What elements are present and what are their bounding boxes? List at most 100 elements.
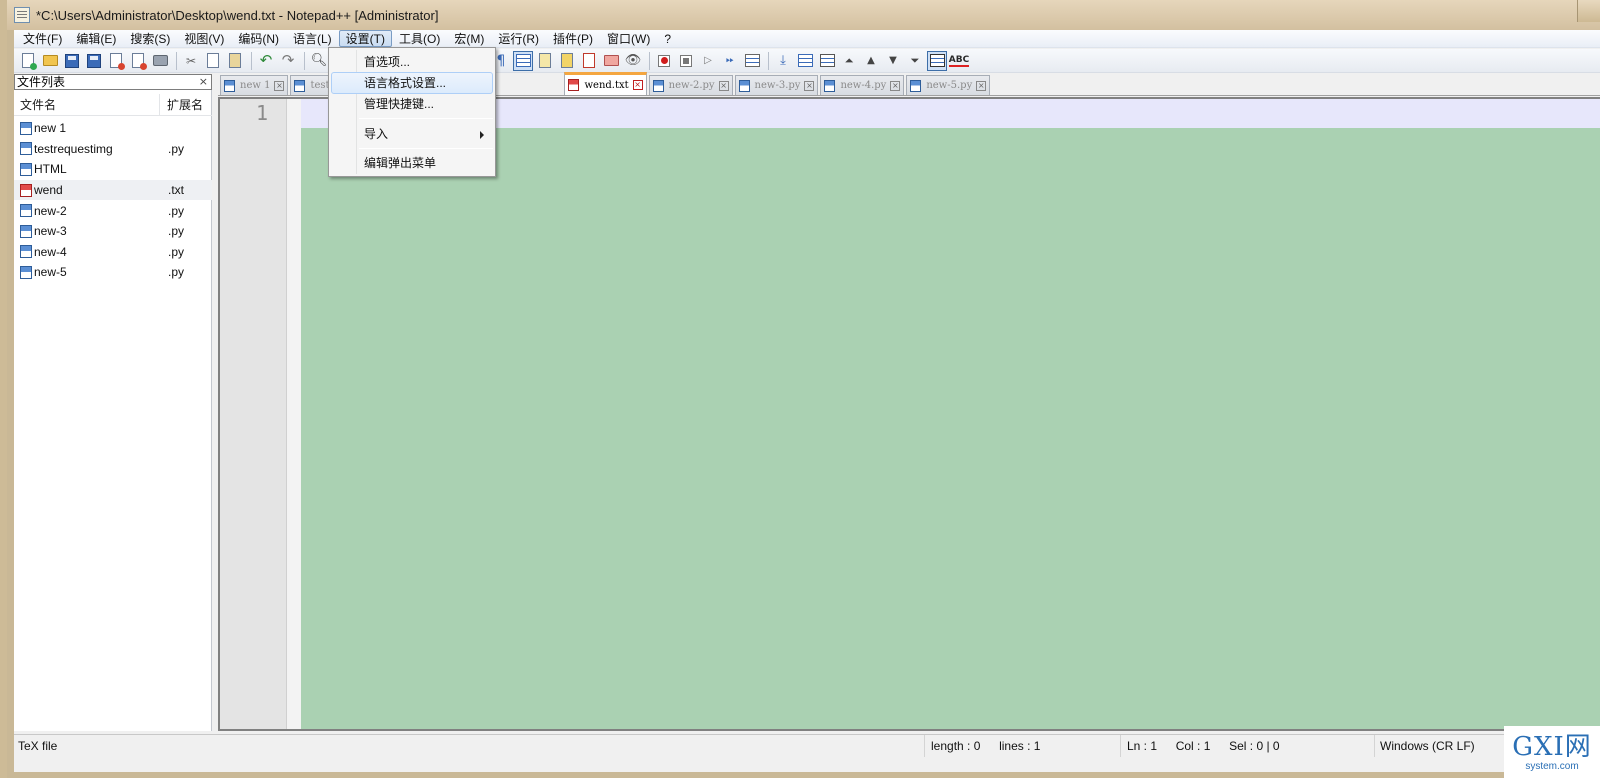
title-bar[interactable]: *C:\Users\Administrator\Desktop\wend.txt… [7, 0, 1600, 30]
fold-all-icon[interactable]: ⏶ [839, 51, 859, 71]
word-wrap-icon[interactable] [535, 51, 555, 71]
macro-stop-icon[interactable] [676, 51, 696, 71]
menu-item-preferences[interactable]: 首选项... [331, 51, 493, 73]
file-icon [20, 265, 32, 279]
save-icon[interactable] [62, 51, 82, 71]
menu-settings[interactable]: 设置(T) [338, 30, 392, 47]
tab-close-icon[interactable]: × [274, 80, 285, 91]
save-all-icon[interactable] [84, 51, 104, 71]
close-icon[interactable]: × [199, 75, 208, 89]
toolbar-separator [304, 51, 305, 70]
site-watermark-logo: GXI网 system.com [1504, 726, 1600, 778]
text-editor[interactable]: 1 [218, 97, 1600, 731]
menu-item-edit-popup-menu[interactable]: 编辑弹出菜单 [331, 152, 493, 174]
new-file-icon[interactable] [18, 51, 38, 71]
tab-close-icon[interactable]: × [890, 80, 901, 91]
undo-icon[interactable]: ↶ [256, 51, 276, 71]
sync-scroll-icon[interactable]: ⤓ [773, 51, 793, 71]
menu-view[interactable]: 视图(V) [177, 30, 231, 47]
fold-margin[interactable] [287, 99, 301, 729]
folder-workspace-icon[interactable] [601, 51, 621, 71]
file-icon [20, 162, 32, 176]
file-list-column-headers: 文件名 扩展名 [14, 93, 212, 116]
window-controls[interactable] [1577, 0, 1600, 22]
tab-new-4-py[interactable]: new-4.py × [820, 75, 905, 95]
status-bar: TeX file length : 0 lines : 1 Ln : 1 Col… [14, 734, 1600, 757]
menu-encoding[interactable]: 编码(N) [231, 30, 286, 47]
list-item[interactable]: new-3 .py [14, 221, 212, 242]
monitor-icon[interactable]: 👁︎ [623, 51, 643, 71]
modified-file-icon [568, 79, 580, 91]
status-length-lines: length : 0 lines : 1 [924, 735, 1040, 757]
tab-wend-txt[interactable]: wend.txt × [564, 72, 647, 95]
file-list: new 1 testrequestimg .py HTML wend .txt [14, 118, 212, 283]
macro-play-icon[interactable]: ▷ [698, 51, 718, 71]
tab-close-icon[interactable]: × [976, 80, 987, 91]
menu-macro[interactable]: 宏(M) [447, 30, 491, 47]
column-icon[interactable] [795, 51, 815, 71]
close-all-icon[interactable] [128, 51, 148, 71]
menu-window[interactable]: 窗口(W) [600, 30, 657, 47]
file-icon [294, 79, 306, 92]
list-item[interactable]: new-2 .py [14, 200, 212, 221]
tab-close-icon[interactable]: × [632, 80, 643, 90]
menu-language[interactable]: 语言(L) [286, 30, 339, 47]
file-icon [20, 121, 32, 135]
toolbar-separator [768, 51, 769, 70]
status-sel: Sel : 0 | 0 [1229, 739, 1280, 753]
list-item[interactable]: wend .txt [14, 179, 212, 201]
cut-icon[interactable]: ✂ [181, 51, 201, 71]
move-up-icon[interactable]: ▲ [861, 51, 881, 71]
file-list-panel: 文件列表 × 文件名 扩展名 new 1 testrequestimg .py [14, 74, 212, 731]
column-header-extension[interactable]: 扩展名 [160, 96, 203, 113]
print-icon[interactable] [150, 51, 170, 71]
tab-new-3-py[interactable]: new-3.py × [734, 75, 819, 95]
macro-record-icon[interactable] [654, 51, 674, 71]
file-icon [824, 79, 836, 92]
indent-guide-icon[interactable] [513, 50, 533, 71]
open-folder-icon[interactable] [40, 51, 60, 71]
close-icon[interactable] [106, 51, 126, 71]
list-item[interactable]: testrequestimg .py [14, 139, 212, 160]
macro-run-multiple-icon[interactable]: ⏩︎ [720, 51, 740, 71]
modified-file-icon [20, 183, 32, 197]
macro-save-icon[interactable] [742, 51, 762, 71]
menu-item-shortcut-mapper[interactable]: 管理快捷键... [331, 93, 493, 115]
list-item[interactable]: new-5 .py [14, 262, 212, 283]
redo-icon[interactable]: ↷ [278, 51, 298, 71]
tab-new-1[interactable]: new 1 × [220, 75, 289, 95]
menu-run[interactable]: 运行(R) [491, 30, 546, 47]
menu-tools[interactable]: 工具(O) [392, 30, 447, 47]
spell-check-icon[interactable]: ABC [948, 51, 970, 71]
compare-icon[interactable] [817, 51, 837, 71]
menu-item-style-configurator[interactable]: 语言格式设置... [331, 72, 493, 94]
tab-close-icon[interactable]: × [804, 80, 815, 91]
status-eol[interactable]: Windows (CR LF) [1374, 735, 1475, 757]
menu-search[interactable]: 搜索(S) [123, 30, 177, 47]
list-item[interactable]: new-4 .py [14, 242, 212, 263]
menu-plugins[interactable]: 插件(P) [546, 30, 600, 47]
list-item[interactable]: HTML [14, 159, 212, 180]
column-header-filename[interactable]: 文件名 [14, 93, 160, 116]
tab-new-5-py[interactable]: new-5.py × [906, 75, 991, 95]
move-down-icon[interactable]: ▼ [883, 51, 903, 71]
panel-icon[interactable] [927, 50, 947, 71]
copy-icon[interactable] [203, 51, 223, 71]
function-list-icon[interactable] [579, 51, 599, 71]
menu-help[interactable]: ? [657, 30, 678, 47]
tab-new-2-py[interactable]: new-2.py × [648, 75, 733, 95]
menu-separator [359, 148, 493, 149]
file-icon [652, 79, 664, 92]
menu-item-import[interactable]: 导入 [331, 123, 493, 145]
find-icon[interactable]: 🔍︎ [309, 51, 329, 71]
watermark-logo-text: GXI网 [1512, 731, 1592, 762]
tab-close-icon[interactable]: × [718, 80, 729, 91]
list-item[interactable]: new 1 [14, 118, 212, 139]
menu-file[interactable]: 文件(F) [16, 30, 69, 47]
menu-edit[interactable]: 编辑(E) [69, 30, 123, 47]
line-number-margin: 1 [220, 99, 287, 729]
watermark-url: system.com [1525, 760, 1579, 772]
unfold-icon[interactable]: ⏷ [905, 51, 925, 71]
doc-map-icon[interactable] [557, 51, 577, 71]
paste-icon[interactable] [225, 51, 245, 71]
